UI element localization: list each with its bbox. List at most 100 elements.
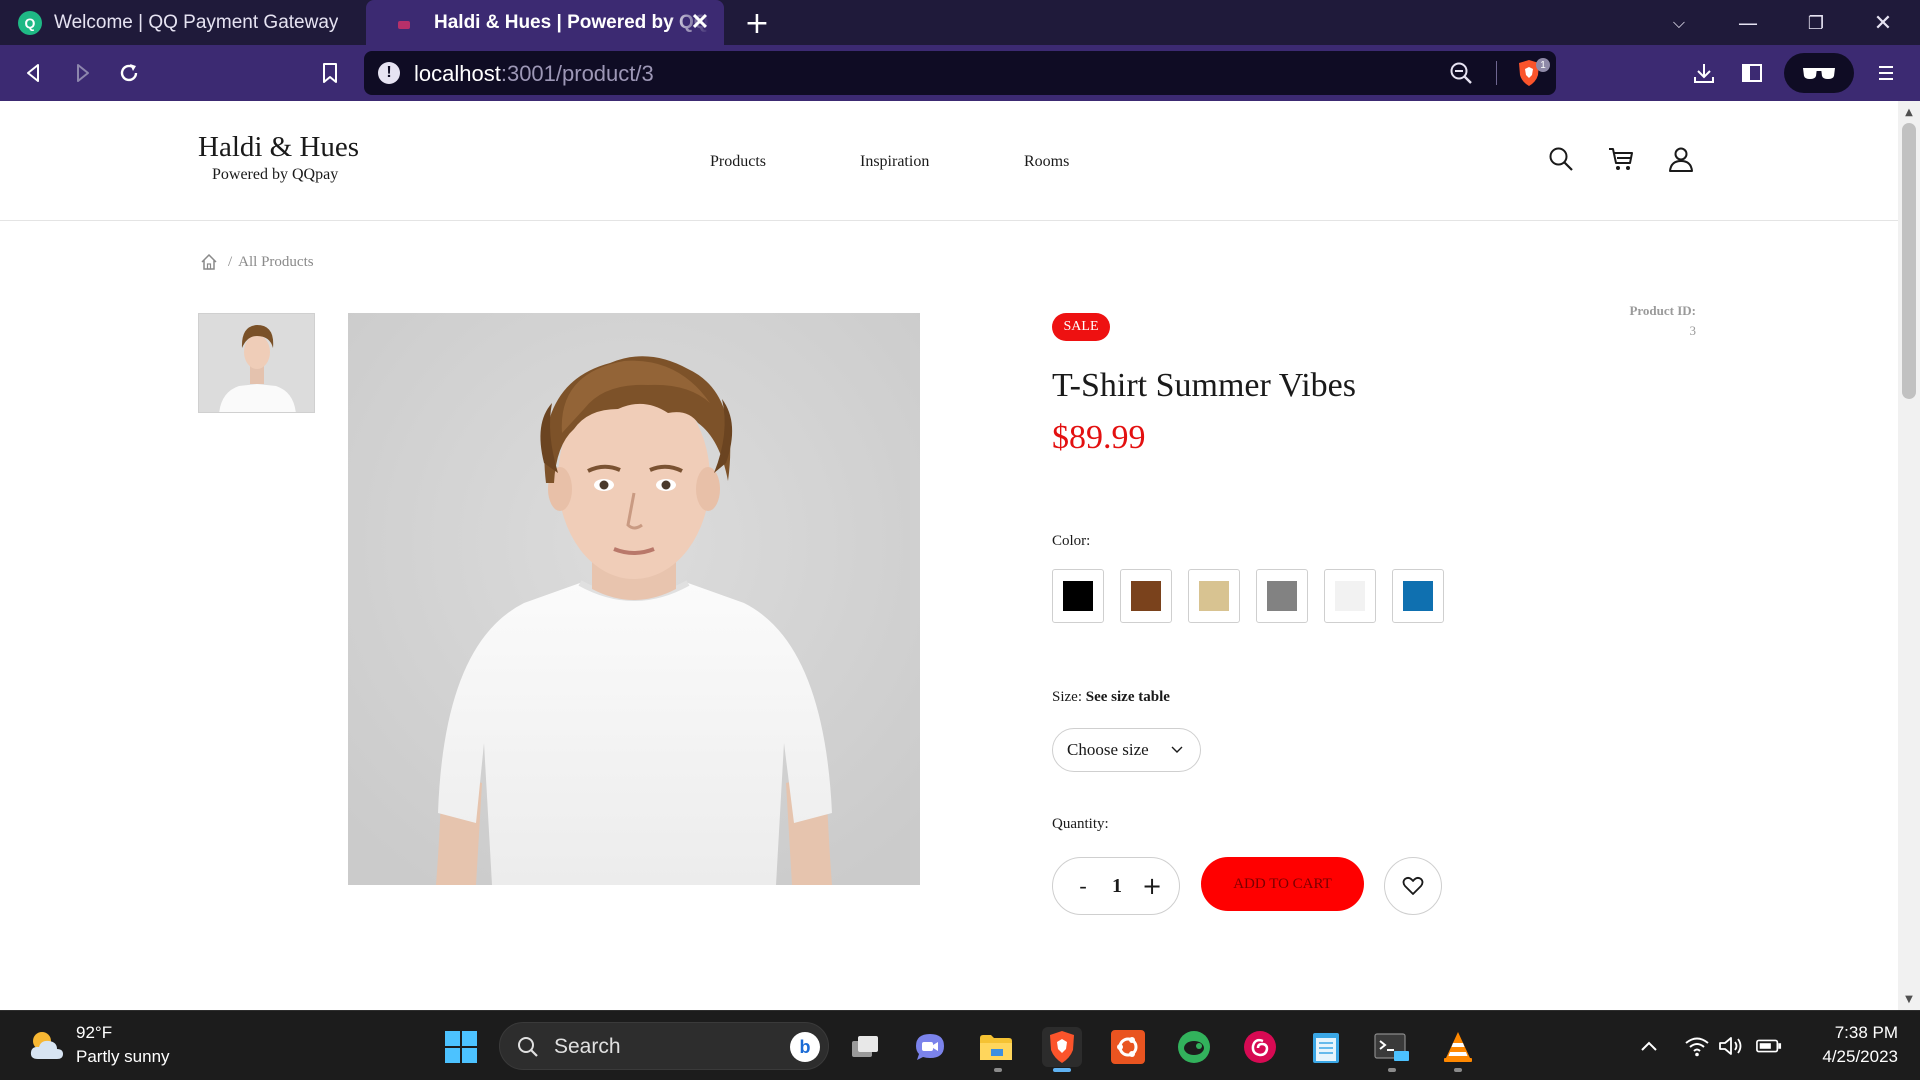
wishlist-button[interactable]: [1384, 857, 1442, 915]
color-swatch-white[interactable]: [1324, 569, 1376, 623]
wifi-icon[interactable]: [1684, 1033, 1710, 1059]
reload-button[interactable]: [113, 57, 145, 89]
taskbar-search[interactable]: Search b: [499, 1022, 829, 1070]
url-text[interactable]: localhost:3001/product/3: [414, 61, 654, 87]
address-bar[interactable]: ! localhost:3001/product/3 1: [364, 51, 1556, 95]
quantity-label: Quantity:: [1052, 816, 1109, 832]
breadcrumb-all-products[interactable]: All Products: [238, 254, 313, 271]
debian-icon: [1244, 1031, 1276, 1063]
tab-haldi-hues[interactable]: Haldi & Hues | Powered by QQpay ✕: [366, 0, 724, 45]
size-label: Size:: [1052, 689, 1082, 705]
size-table-link[interactable]: See size table: [1086, 689, 1170, 705]
start-button[interactable]: [441, 1027, 481, 1067]
brand-tagline: Powered by QQpay: [212, 166, 339, 183]
chat-icon: [916, 1034, 944, 1060]
brand-logo[interactable]: Haldi & Hues Powered by QQpay: [198, 131, 359, 184]
cart-icon[interactable]: [1606, 144, 1636, 174]
download-icon: [1694, 64, 1714, 83]
brave-browser-button[interactable]: [1042, 1027, 1082, 1067]
clock-date[interactable]: 4/25/2023: [1800, 1047, 1898, 1067]
color-swatch-black[interactable]: [1052, 569, 1104, 623]
product-main-image[interactable]: [348, 313, 920, 885]
color-swatch-blue[interactable]: [1392, 569, 1444, 623]
tab-search-chevron-icon[interactable]: ⌵: [1664, 8, 1694, 38]
page-scrollbar[interactable]: ▲ ▼: [1898, 101, 1920, 1010]
color-swatch-gray[interactable]: [1256, 569, 1308, 623]
folder-icon: [980, 1035, 1012, 1060]
color-swatch-beige[interactable]: [1188, 569, 1240, 623]
clock-time[interactable]: 7:38 PM: [1800, 1023, 1898, 1043]
menu-button[interactable]: [1870, 57, 1902, 89]
bookmark-icon: [323, 63, 337, 83]
file-explorer-button[interactable]: [976, 1027, 1016, 1067]
color-swatches: [1052, 569, 1444, 623]
show-hidden-icons-chevron-icon[interactable]: [1636, 1033, 1662, 1059]
forward-icon: [77, 64, 89, 82]
tab-qq-payment-gateway[interactable]: Q Welcome | QQ Payment Gateway: [0, 0, 365, 45]
quantity-increase-button[interactable]: +: [1141, 872, 1163, 900]
search-icon[interactable]: [1546, 144, 1576, 174]
explorer-running-indicator: [994, 1068, 1002, 1072]
nav-rooms[interactable]: Rooms: [1024, 153, 1069, 171]
wifi-symbol: [1685, 1037, 1709, 1057]
opensuse-button[interactable]: [1174, 1027, 1214, 1067]
windows-taskbar: 92°F Partly sunny Search b 7:38 PM 4/25/…: [0, 1010, 1920, 1080]
close-tab-icon[interactable]: ✕: [688, 9, 712, 34]
weather-temperature[interactable]: 92°F: [76, 1023, 112, 1043]
minimize-button[interactable]: —: [1733, 8, 1763, 38]
sidebar-toggle-button[interactable]: [1736, 57, 1768, 89]
vlc-icon: [1444, 1032, 1472, 1062]
scrollbar-thumb[interactable]: [1902, 123, 1916, 399]
nav-products[interactable]: Products: [710, 153, 766, 171]
site-favicon-icon: [396, 16, 414, 30]
nav-inspiration[interactable]: Inspiration: [860, 153, 929, 171]
color-swatch-brown[interactable]: [1120, 569, 1172, 623]
home-icon[interactable]: [200, 253, 218, 271]
browser-tab-strip: Q Welcome | QQ Payment Gateway Haldi & H…: [0, 0, 1920, 45]
weather-partly-sunny-icon[interactable]: [26, 1027, 66, 1063]
zoom-out-icon[interactable]: [1448, 60, 1474, 86]
vlc-running-indicator: [1454, 1068, 1462, 1072]
back-button[interactable]: [18, 57, 50, 89]
battery-icon[interactable]: [1756, 1033, 1782, 1059]
swatch-color-gray: [1267, 581, 1297, 611]
site-info-icon[interactable]: !: [378, 62, 400, 84]
battery-symbol: [1756, 1039, 1782, 1053]
forward-button[interactable]: [66, 57, 98, 89]
teams-chat-button[interactable]: [910, 1027, 950, 1067]
downloads-button[interactable]: [1688, 57, 1720, 89]
close-window-button[interactable]: ✕: [1868, 8, 1898, 38]
address-bar-divider: [1496, 61, 1497, 85]
color-label: Color:: [1052, 533, 1091, 549]
taskbar-search-placeholder: Search: [554, 1035, 621, 1058]
add-to-cart-button[interactable]: ADD TO CART: [1201, 857, 1364, 911]
private-mode-button[interactable]: [1784, 53, 1854, 93]
user-account-icon[interactable]: [1666, 144, 1696, 174]
scroll-up-arrow-icon[interactable]: ▲: [1903, 106, 1915, 118]
product-thumbnail-image: [199, 314, 314, 412]
size-select[interactable]: Choose size: [1052, 728, 1201, 772]
debian-button[interactable]: [1240, 1027, 1280, 1067]
bookmark-button[interactable]: [314, 57, 346, 89]
notepad-button[interactable]: [1306, 1027, 1346, 1067]
bing-icon[interactable]: b: [790, 1032, 820, 1062]
product-thumbnail[interactable]: [198, 313, 315, 413]
task-view-button[interactable]: [845, 1027, 885, 1067]
restore-button[interactable]: ❐: [1801, 8, 1831, 38]
new-tab-button[interactable]: +: [742, 6, 772, 41]
tab-title: Haldi & Hues | Powered by QQpay: [434, 11, 709, 33]
terminal-preview-button[interactable]: [1372, 1027, 1412, 1067]
breadcrumb: / All Products: [200, 253, 314, 271]
brand-name: Haldi & Hues: [198, 131, 360, 163]
brave-running-indicator: [1053, 1068, 1071, 1072]
scroll-down-arrow-icon[interactable]: ▼: [1903, 993, 1915, 1005]
vlc-button[interactable]: [1438, 1027, 1478, 1067]
quantity-decrease-button[interactable]: -: [1075, 872, 1091, 900]
reload-icon: [120, 64, 138, 82]
weather-description[interactable]: Partly sunny: [76, 1047, 170, 1067]
ubuntu-button[interactable]: [1108, 1027, 1148, 1067]
volume-icon[interactable]: [1718, 1033, 1744, 1059]
quantity-value[interactable]: 1: [1105, 872, 1129, 900]
product-price: $89.99: [1052, 419, 1146, 456]
terminal-running-indicator: [1388, 1068, 1396, 1072]
